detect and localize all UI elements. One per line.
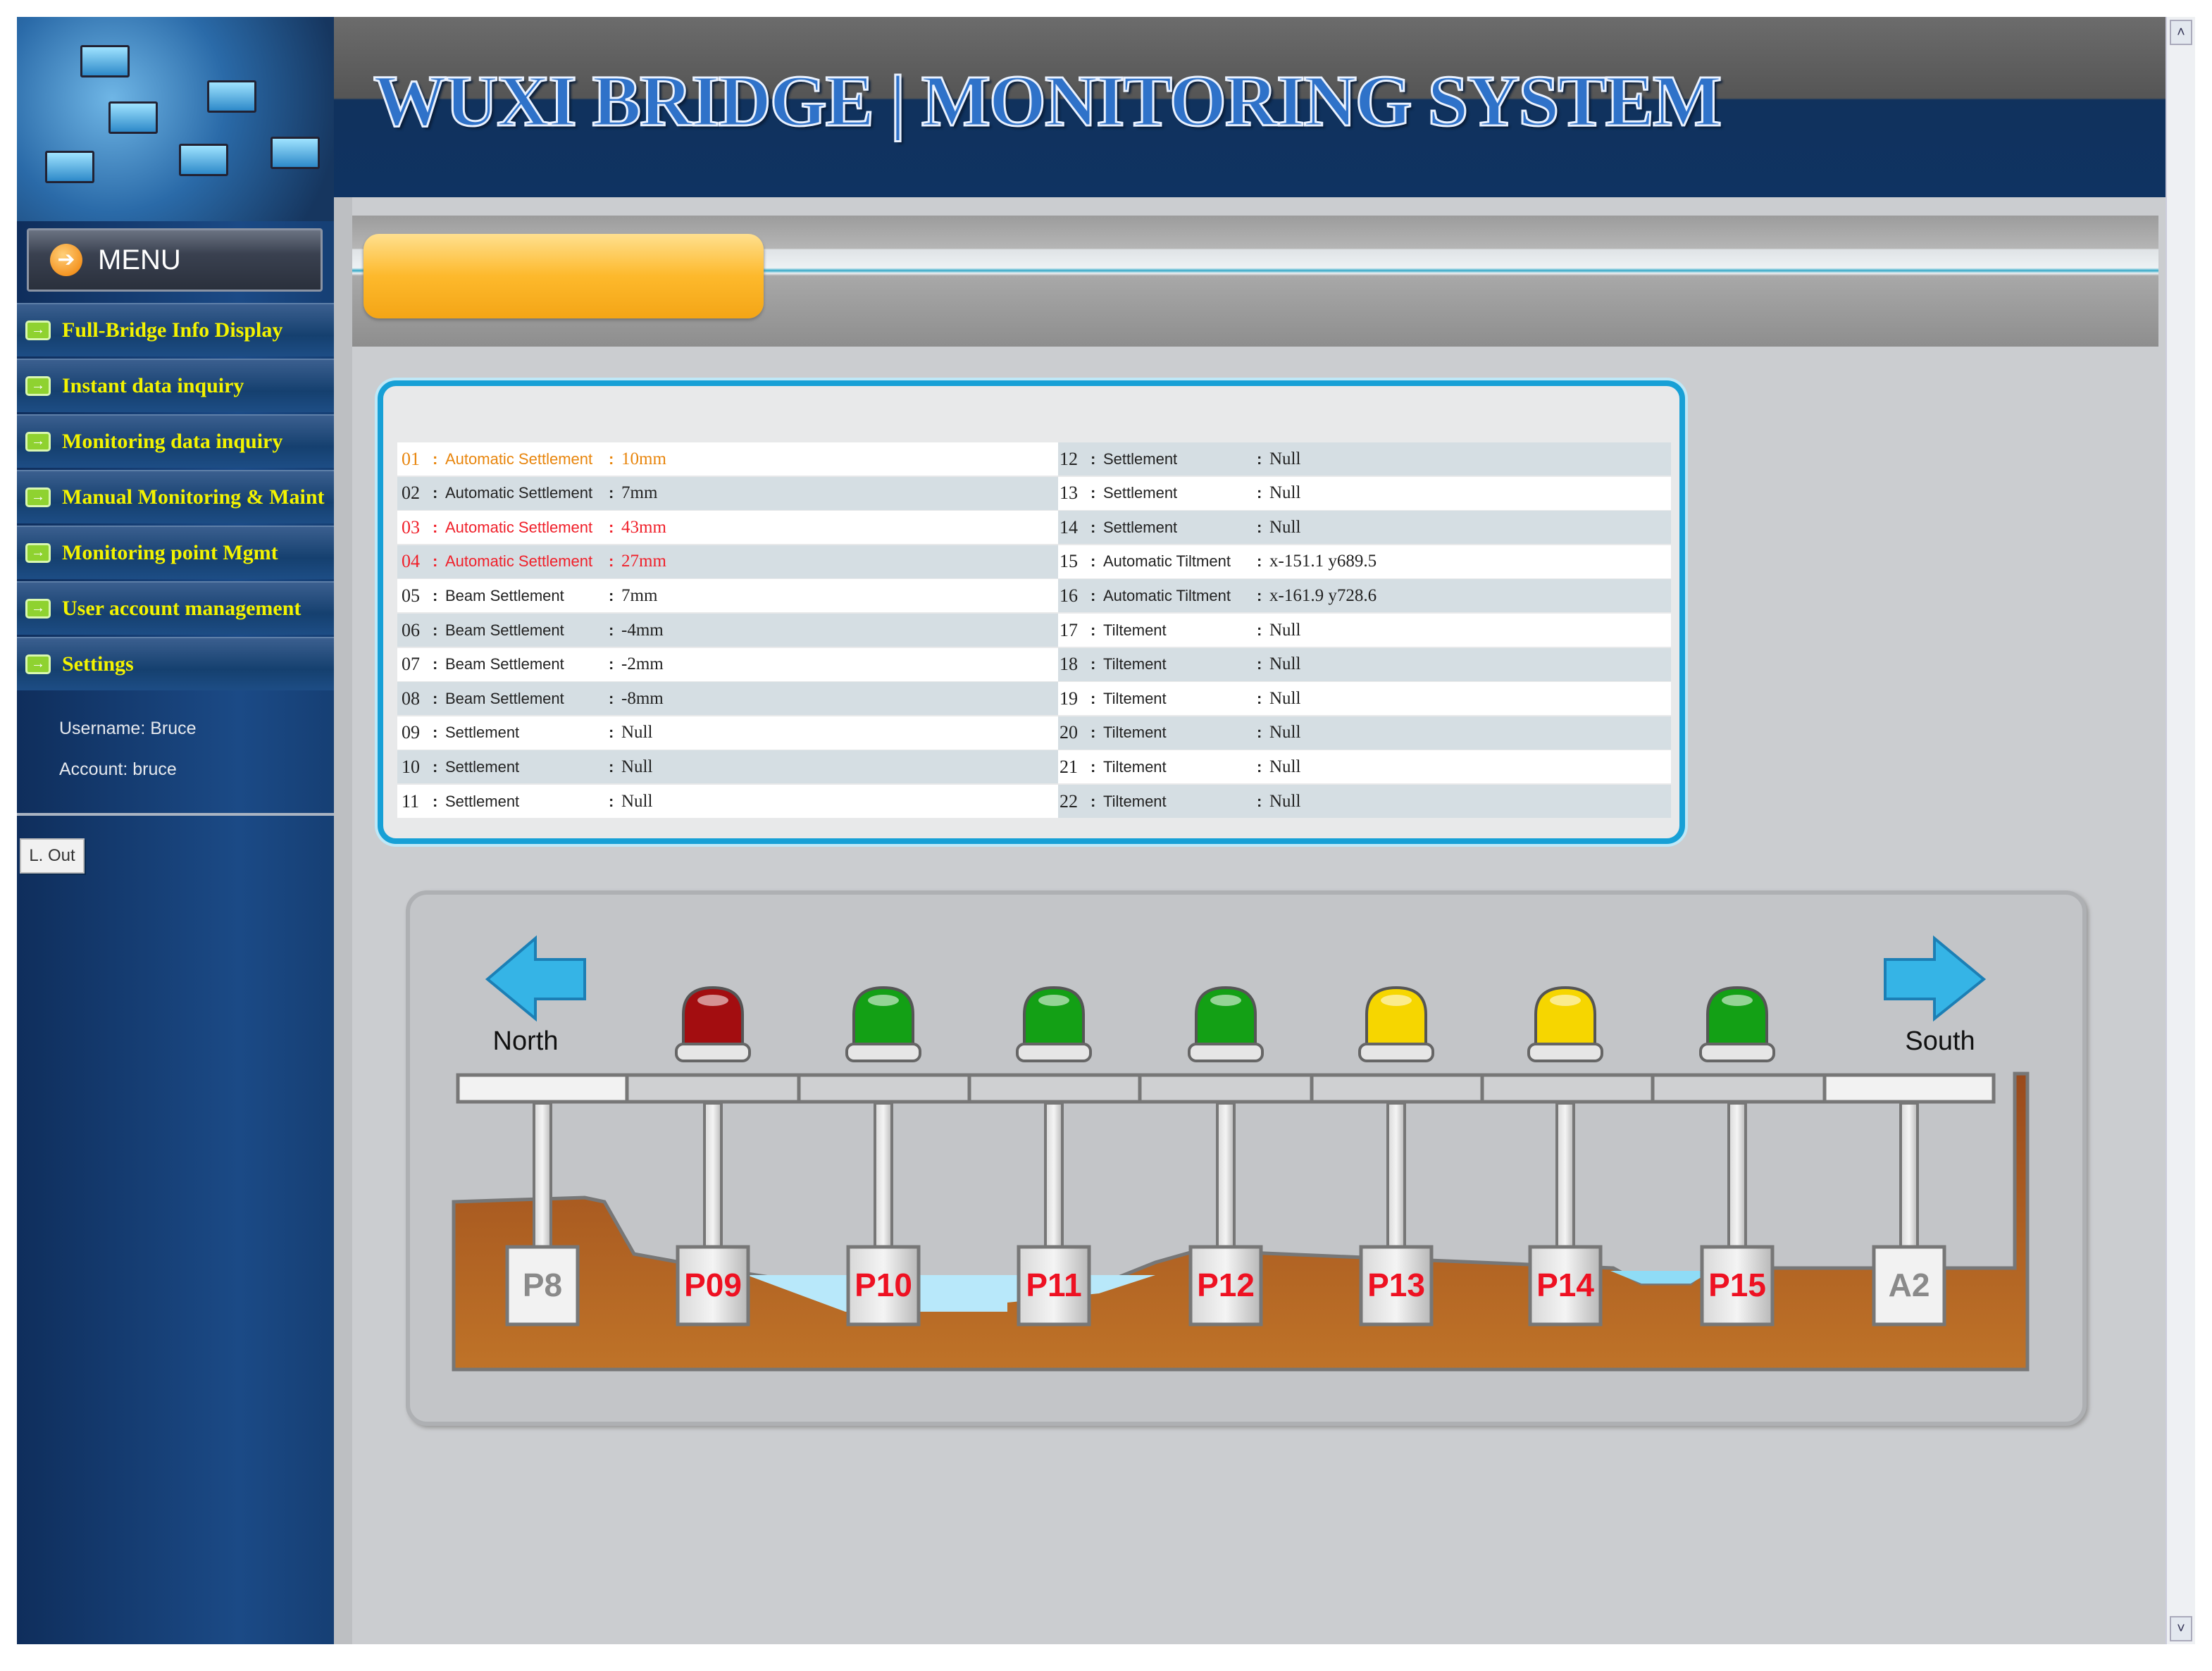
pier-column: [1044, 1102, 1064, 1248]
pier-column: [1555, 1102, 1575, 1248]
pier-column: [533, 1102, 552, 1248]
bridge-deck-segment: [456, 1073, 629, 1104]
status-light-highlight: [1210, 995, 1241, 1006]
status-light-base: [845, 1043, 921, 1062]
pier-column: [1216, 1102, 1236, 1248]
bridge-deck-segment: [967, 1073, 1142, 1104]
pier-label: A2: [1889, 1267, 1930, 1303]
pier-label: P09: [684, 1267, 742, 1303]
bridge-diagram: P8 P09 P10 P11 P12 P13 P14 P15 A2 North South: [452, 935, 2030, 1372]
pier-column: [703, 1102, 723, 1248]
scroll-down-icon[interactable]: ˅: [2170, 1616, 2192, 1641]
status-light-highlight: [1381, 995, 1412, 1006]
scroll-up-icon[interactable]: ˄: [2170, 20, 2192, 45]
status-light-highlight: [1722, 995, 1753, 1006]
pier-column: [874, 1102, 893, 1248]
bridge-deck-segment: [1480, 1073, 1655, 1104]
vertical-scrollbar[interactable]: ˄ ˅: [2166, 17, 2195, 1644]
arrow-left-north-icon: [485, 935, 586, 1022]
pier-label: P12: [1197, 1267, 1255, 1303]
pier-label: P10: [855, 1267, 912, 1303]
pier-label: P8: [523, 1267, 562, 1303]
north-label: North: [493, 1026, 559, 1056]
bridge-deck-segment: [1822, 1073, 1996, 1104]
pier-column: [1386, 1102, 1406, 1248]
status-light-highlight: [1038, 995, 1069, 1006]
status-light-base: [1016, 1043, 1092, 1062]
status-light-base: [675, 1043, 751, 1062]
pier-column: [1899, 1102, 1919, 1248]
arrow-right-south-icon: [1884, 935, 1987, 1022]
bridge-deck-segment: [1138, 1073, 1314, 1104]
pier-column: [1727, 1102, 1747, 1248]
status-light-highlight: [1550, 995, 1581, 1006]
pier-label: P15: [1708, 1267, 1766, 1303]
status-light-base: [1527, 1043, 1603, 1062]
bridge-deck-segment: [625, 1073, 801, 1104]
south-label: South: [1905, 1026, 1975, 1056]
bridge-deck-segment: [797, 1073, 971, 1104]
status-light-highlight: [697, 995, 728, 1006]
status-light-base: [1699, 1043, 1775, 1062]
status-light-highlight: [868, 995, 899, 1006]
pier-label: P13: [1367, 1267, 1425, 1303]
bridge-deck-segment: [1310, 1073, 1484, 1104]
status-light-base: [1358, 1043, 1434, 1062]
bridge-deck-segment: [1651, 1073, 1827, 1104]
pier-label: P14: [1536, 1267, 1594, 1303]
pier-label: P11: [1026, 1267, 1081, 1303]
status-light-base: [1188, 1043, 1264, 1062]
